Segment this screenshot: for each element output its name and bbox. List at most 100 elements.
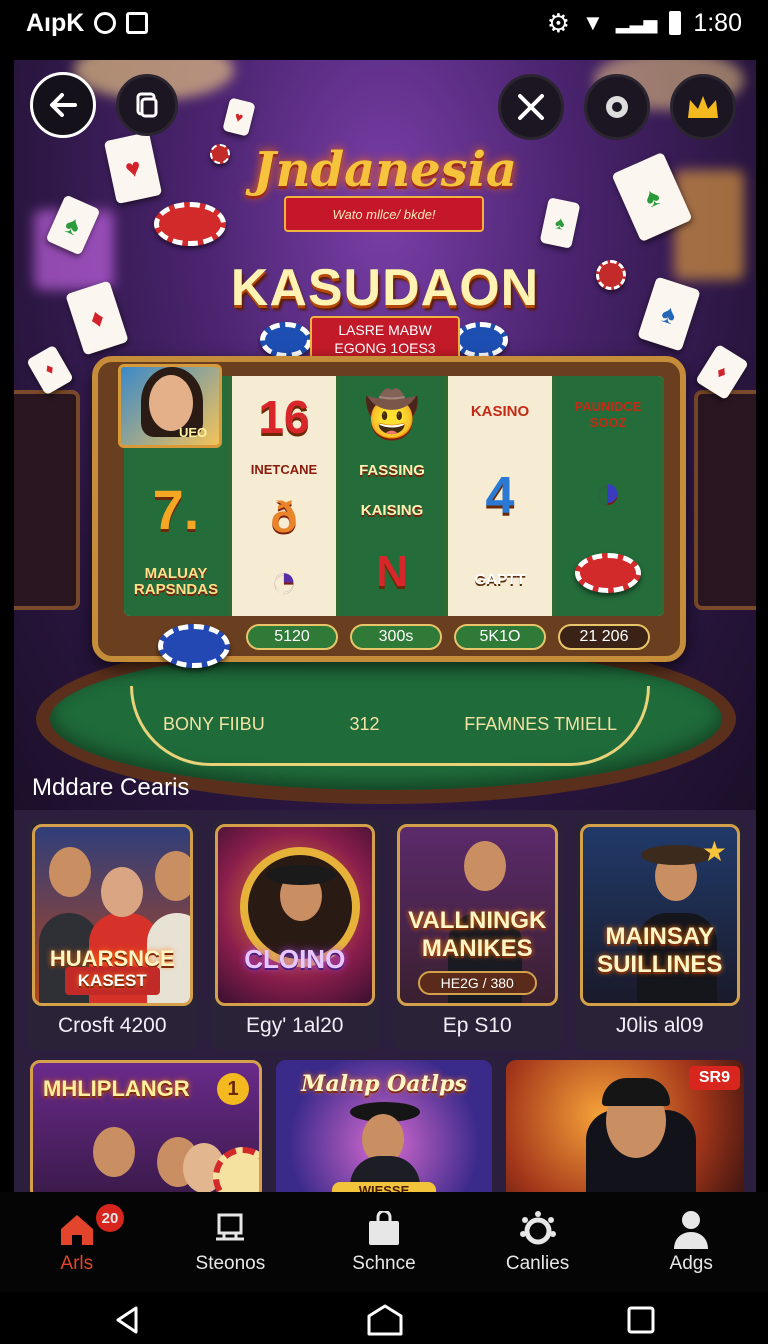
payline-value: 21 206 <box>558 624 650 650</box>
game-banner[interactable]: MHLIPLANGR 1 <box>30 1060 262 1192</box>
host-portrait: UEO <box>118 364 222 448</box>
playing-card-icon: ♠ <box>539 197 581 249</box>
game-title: CLOINO <box>244 944 346 974</box>
tab-games[interactable]: Canlies <box>461 1192 615 1292</box>
title-ribbon: Wato mllce/ bkde! <box>284 196 484 232</box>
reel-2: 16 INETCANE ð ◔ <box>232 376 340 616</box>
game-banner[interactable]: SR9 <box>506 1060 744 1192</box>
sub-ribbon-line1: LASRE MABW <box>338 322 432 338</box>
reel-symbol: FASSING <box>359 461 425 479</box>
sub-ribbon-line2: EGONG 1OES3 <box>334 340 436 356</box>
game-thumbnail: HUARSNCE KASEST <box>32 824 193 1006</box>
tab-label: Steonos <box>195 1253 266 1274</box>
casino-chip-icon <box>154 202 226 246</box>
tab-label: Schnce <box>352 1253 416 1274</box>
signal-icon: ▂▃▅ <box>615 12 658 33</box>
reel-symbol: MALUAY RAPSNDAS <box>133 565 219 598</box>
arrow-left-icon <box>50 93 77 117</box>
carrier-label: AıpK <box>26 8 85 37</box>
side-slot-machine-left <box>14 390 80 610</box>
reel-symbol: PAUNIDCE SOOZ <box>574 399 642 430</box>
game-title: Malnp Oatlps <box>301 1071 467 1097</box>
copy-button[interactable] <box>116 74 178 136</box>
host-head <box>155 851 190 901</box>
casino-chip-icon <box>575 553 641 593</box>
reel-symbol: 16 <box>258 390 310 443</box>
tab-label: Adgs <box>669 1253 713 1274</box>
game-subtitle: MANIKES <box>421 935 533 962</box>
playing-card-icon: ♦ <box>26 344 74 396</box>
tools-button[interactable] <box>498 74 564 140</box>
host-head <box>464 841 506 891</box>
home-icon <box>57 1209 97 1249</box>
game-subtitle: SUILLINES <box>597 951 723 978</box>
game-caption: J0lis al09 <box>615 1014 704 1037</box>
crown-icon <box>688 96 718 118</box>
tab-shop[interactable]: Schnce <box>307 1192 461 1292</box>
game-thumbnail: CLOINO <box>214 824 375 1006</box>
main-title: KASUDAON <box>230 259 540 317</box>
settings-gear-icon: ⚙ <box>546 7 571 38</box>
game-sub-label: WIESSE <box>332 1182 436 1192</box>
wave-symbol-icon: ◑ <box>594 467 622 516</box>
felt-text-center: 312 <box>349 714 380 734</box>
payline-value: 5K1O <box>454 624 546 650</box>
nav-back-icon[interactable] <box>112 1304 144 1336</box>
nav-recents-icon[interactable] <box>626 1305 656 1335</box>
settings-button[interactable] <box>584 74 650 140</box>
tab-home[interactable]: Arls 20 <box>0 1192 154 1292</box>
reel-symbol: N <box>376 546 408 596</box>
game-caption: Egy' 1al20 <box>246 1014 344 1037</box>
game-card[interactable]: ★ MAINSAY SUILLINES J0lis al09 <box>575 820 744 1050</box>
sub-ribbon: LASRE MABW EGONG 1OES3 <box>310 316 460 360</box>
reel-symbol: KAISING <box>360 502 424 520</box>
wifi-icon: ▼ <box>582 10 604 35</box>
playing-card-icon: ♥ <box>222 97 256 137</box>
seven-symbol: 7. <box>152 478 200 541</box>
sync-icon <box>94 12 117 34</box>
monitor-icon <box>210 1209 250 1249</box>
battery-icon <box>669 11 682 35</box>
back-button[interactable] <box>30 72 96 138</box>
more-games: MHLIPLANGR 1 Malnp Oatlps WIESSE SR9 <box>30 1060 744 1192</box>
reel-symbol: ð <box>270 492 298 542</box>
corner-badge: SR9 <box>688 1066 740 1090</box>
tab-profile[interactable]: Adgs <box>614 1192 768 1292</box>
reel-4: KASINO 4 GAPTT <box>448 376 556 616</box>
notification-icon <box>126 12 149 34</box>
clock: 1:80 <box>693 8 742 37</box>
hat-icon <box>640 845 711 865</box>
casino-chip-icon <box>260 322 312 358</box>
reel-symbol: INETCANE <box>250 461 318 477</box>
vip-crown-button[interactable] <box>670 74 736 140</box>
hero-banner[interactable]: ♥ ♠ ♦ ♥ ♦ ♠ ♠ ♠ ♦ Jndanesia Wato mllce/ … <box>14 60 756 810</box>
reel-symbol: GAPTT <box>474 571 526 588</box>
host-head <box>93 1127 135 1177</box>
side-slot-machine-right <box>694 390 756 610</box>
game-card[interactable]: HUARSNCE KASEST Crosft 4200 <box>28 820 197 1050</box>
system-nav-bar <box>0 1296 768 1344</box>
game-title: MAINSAY <box>605 923 714 950</box>
game-title: VALLNINGK <box>408 907 547 934</box>
host-hair <box>602 1078 670 1106</box>
host-head <box>101 867 143 917</box>
reel-symbol: KASINO <box>470 403 530 420</box>
paylines: 51‌20 300s 5K1O 21 206 <box>246 624 650 650</box>
payline-value: 51‌20 <box>246 624 338 650</box>
bottom-tab-bar: Arls 20 Steonos Schnce Canlies Adgs <box>0 1192 768 1292</box>
nav-home-icon[interactable] <box>367 1304 403 1336</box>
game-banner[interactable]: Malnp Oatlps WIESSE <box>276 1060 492 1192</box>
gear-icon <box>606 96 628 118</box>
featured-games: HUARSNCE KASEST Crosft 4200 CLOINO Egy' … <box>28 820 744 1050</box>
reel-symbol: 4 <box>485 467 515 525</box>
tab-stations[interactable]: Steonos <box>154 1192 308 1292</box>
status-bar: AıpK ⚙ ▼ ▂▃▅ 1:80 <box>0 0 768 46</box>
host-head <box>49 847 91 897</box>
portrait-face <box>149 375 193 431</box>
reel-3: 🤠 FASSING KAISING N <box>340 376 448 616</box>
gear-icon <box>518 1209 558 1249</box>
tools-icon <box>518 94 544 120</box>
game-card[interactable]: CLOINO Egy' 1al20 <box>210 820 379 1050</box>
table-felt: BONY FIIBU 312 FFAMNES TMIELL <box>130 686 650 766</box>
game-card[interactable]: VALLNINGK MANIKES HE2G / 380 Ep S10 <box>393 820 562 1050</box>
